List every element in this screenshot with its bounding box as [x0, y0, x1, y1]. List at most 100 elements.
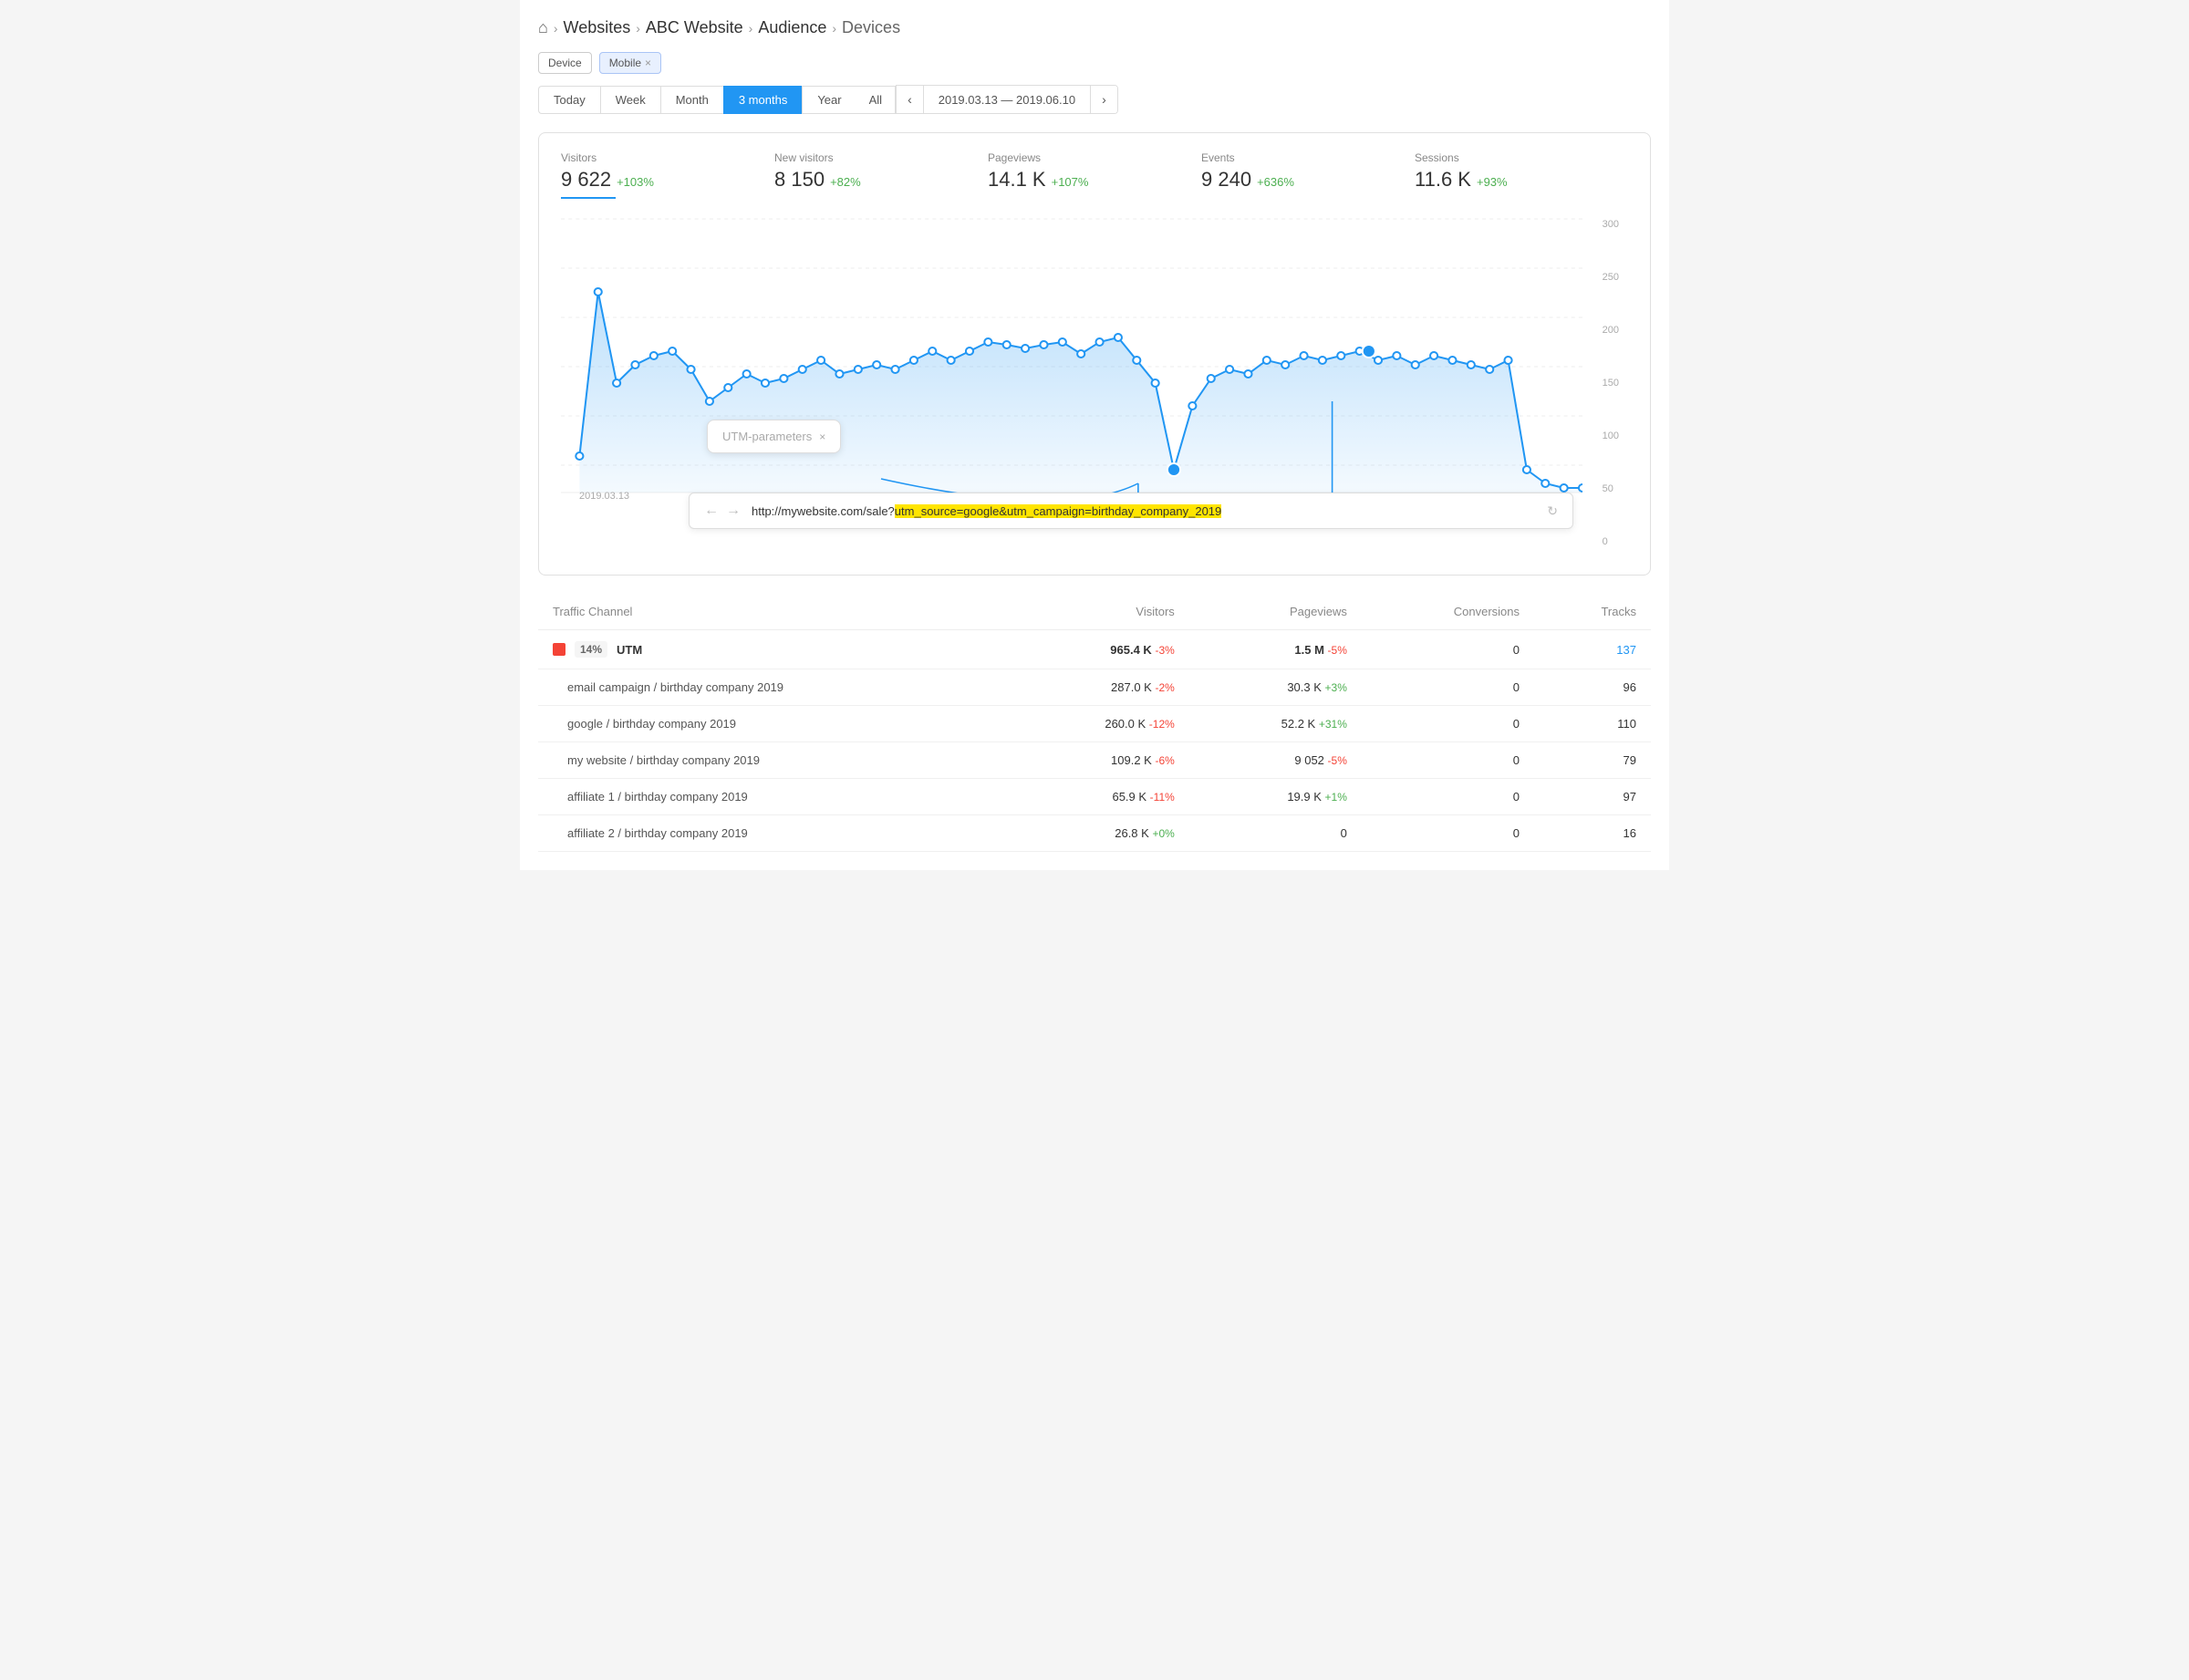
stat-pageviews-value: 14.1 K +107%: [988, 168, 1201, 192]
url-back-btn[interactable]: ←: [704, 503, 719, 519]
y-label-300: 300: [1603, 219, 1619, 230]
stat-new-visitors: New visitors 8 150 +82%: [774, 151, 988, 199]
y-label-100: 100: [1603, 430, 1619, 441]
breadcrumb-abc-website[interactable]: ABC Website: [646, 18, 743, 37]
data-table-container: Traffic Channel Visitors Pageviews Conve…: [538, 594, 1651, 852]
visitors-cell: 26.8 K +0%: [1010, 815, 1189, 852]
breadcrumb-separator: ›: [832, 21, 836, 36]
stat-pageviews: Pageviews 14.1 K +107%: [988, 151, 1201, 199]
stat-new-visitors-value: 8 150 +82%: [774, 168, 988, 192]
stat-visitors-value: 9 622 +103%: [561, 168, 774, 192]
col-conversions: Conversions: [1362, 594, 1534, 630]
utm-tooltip-label: UTM-parameters: [722, 430, 812, 443]
stat-visitors-underline: [561, 197, 616, 199]
col-tracks: Tracks: [1534, 594, 1651, 630]
filter-tag-mobile-label: Mobile: [609, 57, 641, 69]
stat-sessions-change: +93%: [1477, 175, 1508, 189]
filter-tag-mobile[interactable]: Mobile ×: [599, 52, 661, 74]
stat-events-label: Events: [1201, 151, 1415, 164]
stat-visitors: Visitors 9 622 +103%: [561, 151, 774, 199]
url-plain: http://mywebsite.com/sale?: [752, 504, 895, 518]
table-row: google / birthday company 2019 260.0 K -…: [538, 706, 1651, 742]
channel-cell: email campaign / birthday company 2019: [538, 669, 1010, 706]
stat-events-change: +636%: [1257, 175, 1294, 189]
conversions-cell: 0: [1362, 779, 1534, 815]
filter-tag-device[interactable]: Device: [538, 52, 592, 74]
y-label-50: 50: [1603, 483, 1619, 494]
date-controls: Today Week Month 3 months Year All ‹ 201…: [538, 85, 1651, 114]
stat-new-visitors-change: +82%: [830, 175, 861, 189]
conversions-cell: 0: [1362, 630, 1534, 669]
chart-svg: [561, 210, 1582, 502]
tracks-cell: 16: [1534, 815, 1651, 852]
table-row: 14% UTM 965.4 K -3% 1.5 M -5% 0 137: [538, 630, 1651, 669]
pageviews-cell: 30.3 K +3%: [1189, 669, 1362, 706]
stat-sessions: Sessions 11.6 K +93%: [1415, 151, 1628, 199]
stat-pageviews-change: +107%: [1052, 175, 1089, 189]
table-header-row: Traffic Channel Visitors Pageviews Conve…: [538, 594, 1651, 630]
stat-sessions-label: Sessions: [1415, 151, 1628, 164]
conversions-cell: 0: [1362, 669, 1534, 706]
url-forward-btn[interactable]: →: [726, 503, 741, 519]
breadcrumb-separator: ›: [749, 21, 753, 36]
date-btn-month[interactable]: Month: [660, 86, 723, 114]
filter-tag-mobile-close[interactable]: ×: [645, 57, 651, 69]
filter-tag-device-label: Device: [548, 57, 582, 69]
y-label-250: 250: [1603, 272, 1619, 283]
stats-row: Visitors 9 622 +103% New visitors 8 150 …: [561, 151, 1628, 199]
pageviews-cell: 52.2 K +31%: [1189, 706, 1362, 742]
conversions-cell: 0: [1362, 742, 1534, 779]
date-btn-3months[interactable]: 3 months: [723, 86, 802, 114]
tracks-cell: 137: [1534, 630, 1651, 669]
col-traffic-channel: Traffic Channel: [538, 594, 1010, 630]
breadcrumb-audience[interactable]: Audience: [758, 18, 826, 37]
home-icon[interactable]: ⌂: [538, 18, 548, 37]
date-btn-week[interactable]: Week: [600, 86, 660, 114]
table-row: affiliate 1 / birthday company 2019 65.9…: [538, 779, 1651, 815]
breadcrumb-devices: Devices: [842, 18, 900, 37]
date-next-btn[interactable]: ›: [1090, 86, 1117, 113]
channel-cell: google / birthday company 2019: [538, 706, 1010, 742]
url-bar: ← → http://mywebsite.com/sale?utm_source…: [689, 493, 1573, 529]
utm-tooltip-close[interactable]: ×: [819, 430, 825, 443]
pageviews-cell: 0: [1189, 815, 1362, 852]
date-btn-all[interactable]: All: [856, 86, 896, 114]
channel-percent: 14%: [575, 641, 607, 658]
y-label-150: 150: [1603, 378, 1619, 389]
url-text: http://mywebsite.com/sale?utm_source=goo…: [752, 504, 1221, 518]
y-label-200: 200: [1603, 325, 1619, 336]
date-range-text: 2019.03.13 — 2019.06.10: [924, 87, 1090, 113]
col-pageviews: Pageviews: [1189, 594, 1362, 630]
visitors-cell: 65.9 K -11%: [1010, 779, 1189, 815]
tracks-cell: 110: [1534, 706, 1651, 742]
tracks-cell: 97: [1534, 779, 1651, 815]
date-btn-today[interactable]: Today: [538, 86, 600, 114]
date-prev-btn[interactable]: ‹: [897, 86, 924, 113]
url-refresh-btn[interactable]: ↻: [1547, 503, 1558, 519]
visitors-cell: 287.0 K -2%: [1010, 669, 1189, 706]
y-label-0: 0: [1603, 536, 1619, 547]
stat-events: Events 9 240 +636%: [1201, 151, 1415, 199]
channel-color-dot: [553, 643, 565, 656]
channel-cell: 14% UTM: [538, 630, 1010, 669]
tracks-cell: 96: [1534, 669, 1651, 706]
pageviews-cell: 1.5 M -5%: [1189, 630, 1362, 669]
channel-cell: affiliate 1 / birthday company 2019: [538, 779, 1010, 815]
channel-cell: my website / birthday company 2019: [538, 742, 1010, 779]
url-nav-arrows: ← →: [704, 503, 741, 519]
pageviews-cell: 19.9 K +1%: [1189, 779, 1362, 815]
table-body: 14% UTM 965.4 K -3% 1.5 M -5% 0 137 emai…: [538, 630, 1651, 852]
conversions-cell: 0: [1362, 706, 1534, 742]
breadcrumb-separator: ›: [554, 21, 558, 36]
channel-cell: affiliate 2 / birthday company 2019: [538, 815, 1010, 852]
stats-card: Visitors 9 622 +103% New visitors 8 150 …: [538, 132, 1651, 576]
chart-y-axis: 300 250 200 150 100 50 0: [1603, 210, 1619, 556]
conversions-cell: 0: [1362, 815, 1534, 852]
table-row: email campaign / birthday company 2019 2…: [538, 669, 1651, 706]
visitors-cell: 260.0 K -12%: [1010, 706, 1189, 742]
date-btn-year[interactable]: Year: [802, 86, 856, 114]
col-visitors: Visitors: [1010, 594, 1189, 630]
breadcrumb-websites[interactable]: Websites: [564, 18, 631, 37]
stat-sessions-value: 11.6 K +93%: [1415, 168, 1628, 192]
tracks-cell: 79: [1534, 742, 1651, 779]
